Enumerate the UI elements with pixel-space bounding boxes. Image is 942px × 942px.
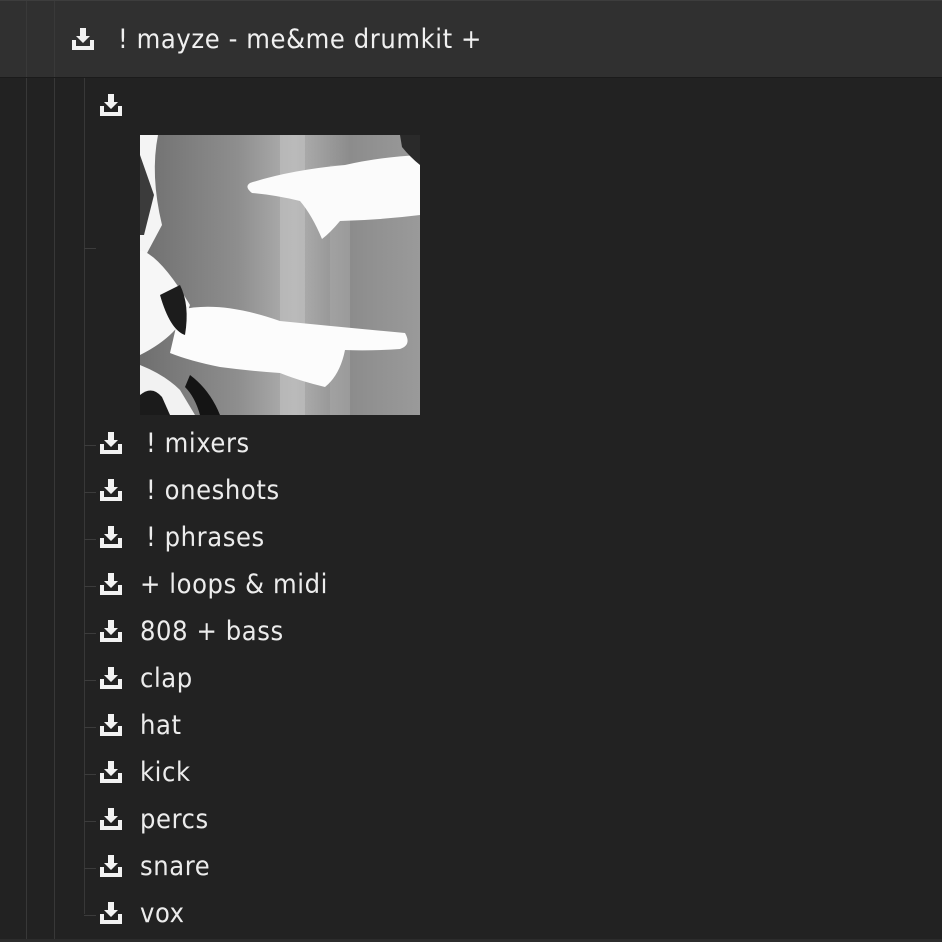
tree-branch-tick: [84, 868, 96, 869]
tree-branch-tick: [84, 774, 96, 775]
tree-item-oneshots[interactable]: ! oneshots: [98, 474, 280, 506]
tree-guide-line: [54, 1, 55, 77]
download-icon[interactable]: [98, 665, 124, 691]
file-tree: ! mixers ! oneshots ! phrases + loops & …: [0, 78, 942, 942]
tree-branch-tick: [84, 539, 96, 540]
download-icon[interactable]: [98, 712, 124, 738]
tree-branch-tick: [84, 821, 96, 822]
download-icon[interactable]: [98, 618, 124, 644]
tree-item-label[interactable]: + loops & midi: [140, 569, 328, 600]
folder-header[interactable]: ! mayze - me&me drumkit +: [0, 0, 942, 78]
tree-item-label[interactable]: percs: [140, 804, 209, 835]
tree-item-label[interactable]: vox: [140, 898, 185, 929]
tree-guide-line: [26, 1, 27, 77]
folder-title[interactable]: ! mayze - me&me drumkit +: [118, 24, 482, 55]
tree-item-label[interactable]: 808 + bass: [140, 616, 284, 647]
folder-row[interactable]: ! mayze - me&me drumkit +: [70, 21, 482, 57]
tree-item-clap[interactable]: clap: [98, 662, 193, 694]
download-icon[interactable]: [98, 430, 124, 456]
download-icon[interactable]: [98, 524, 124, 550]
tree-item-hat[interactable]: hat: [98, 709, 182, 741]
tree-branch-tick: [84, 492, 96, 493]
tree-item-label[interactable]: hat: [140, 710, 182, 741]
tree-item-label[interactable]: kick: [140, 757, 191, 788]
tree-item-label[interactable]: snare: [140, 851, 210, 882]
tree-item-label[interactable]: clap: [140, 663, 193, 694]
tree-item-loops-midi[interactable]: + loops & midi: [98, 568, 328, 600]
tree-item-phrases[interactable]: ! phrases: [98, 521, 265, 553]
tree-branch-tick: [84, 915, 96, 916]
tree-branch-tick: [84, 633, 96, 634]
tree-branch-tick: [84, 445, 96, 446]
tree-branch-tick: [84, 727, 96, 728]
tree-item-percs[interactable]: percs: [98, 803, 209, 835]
download-icon[interactable]: [70, 26, 96, 52]
tree-item-kick[interactable]: kick: [98, 756, 191, 788]
download-icon[interactable]: [98, 571, 124, 597]
tree-branch-tick: [84, 680, 96, 681]
tree-item-808-bass[interactable]: 808 + bass: [98, 615, 284, 647]
tree-item-snare[interactable]: snare: [98, 850, 210, 882]
download-icon[interactable]: [98, 853, 124, 879]
download-icon[interactable]: [98, 900, 124, 926]
download-icon[interactable]: [98, 759, 124, 785]
download-icon[interactable]: [98, 477, 124, 503]
tree-branch-tick: [84, 586, 96, 587]
tree-item-vox[interactable]: vox: [98, 897, 185, 929]
tree-item-label[interactable]: ! oneshots: [146, 475, 280, 506]
tree-item-label[interactable]: ! mixers: [146, 428, 250, 459]
download-icon[interactable]: [98, 806, 124, 832]
tree-item-mixers[interactable]: ! mixers: [98, 427, 250, 459]
tree-item-label[interactable]: ! phrases: [146, 522, 265, 553]
